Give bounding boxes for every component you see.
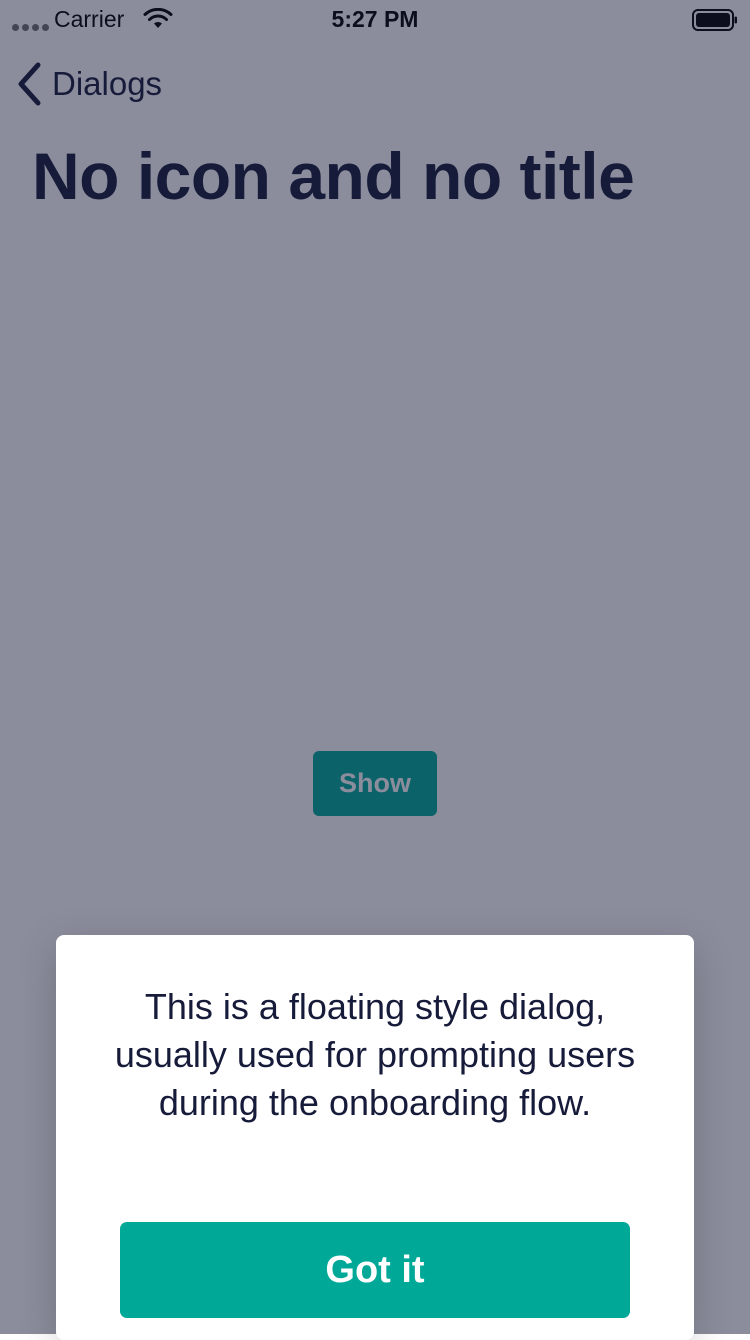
got-it-button[interactable]: Got it [120,1222,630,1318]
floating-dialog: This is a floating style dialog, usually… [56,935,694,1340]
dialog-message: This is a floating style dialog, usually… [114,986,636,1123]
